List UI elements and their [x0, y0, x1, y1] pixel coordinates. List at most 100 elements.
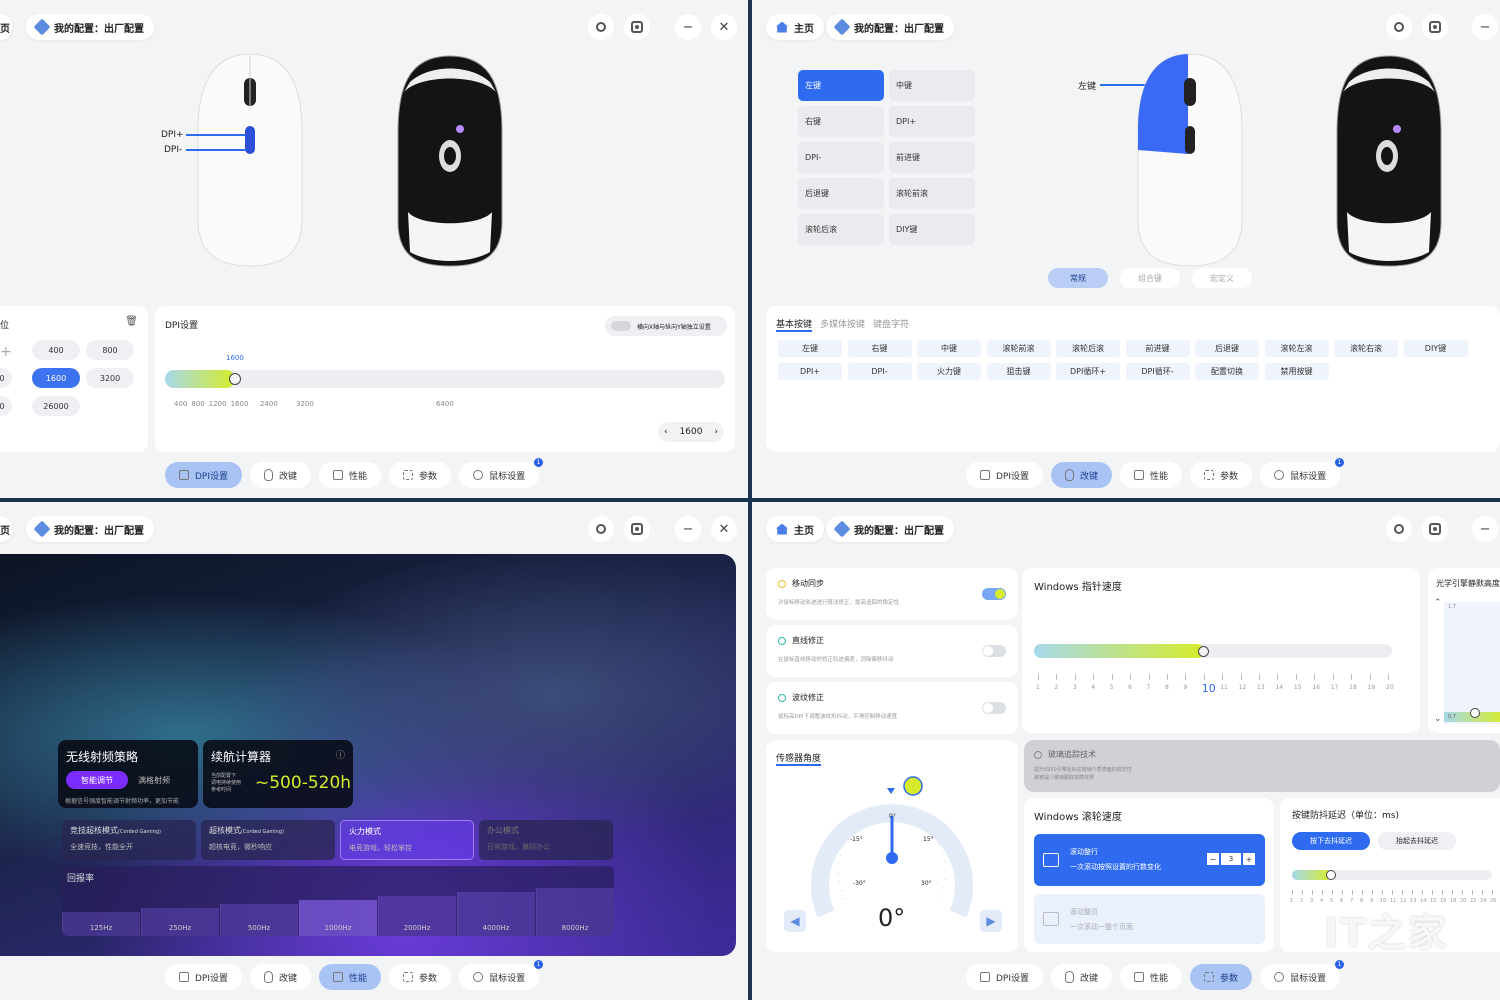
basic-key-13[interactable]: 狙击键 — [986, 363, 1051, 380]
basic-key-6[interactable]: 后退键 — [1195, 340, 1259, 357]
add-stage-icon[interactable]: + — [0, 344, 12, 360]
key-left[interactable]: 左键 — [798, 70, 884, 101]
debounce-thumb[interactable] — [1326, 870, 1336, 880]
basic-key-10[interactable]: DPI+ — [778, 363, 842, 380]
toggle-switch[interactable] — [611, 321, 631, 331]
basic-key-16[interactable]: 配置切换 — [1195, 363, 1259, 380]
option-toggle[interactable] — [982, 645, 1006, 657]
pointer-speed-thumb[interactable] — [1198, 646, 1209, 657]
nav-keys[interactable]: 改键 — [250, 462, 312, 488]
stage-400[interactable]: 400 — [32, 340, 80, 360]
key-right[interactable]: 右键 — [798, 106, 884, 137]
nav-keys[interactable]: 改键 — [250, 964, 312, 990]
press-debounce-tab[interactable]: 按下去抖延迟 — [1292, 832, 1370, 850]
mode-normal[interactable]: 常规 — [1048, 268, 1108, 288]
settings-button[interactable] — [624, 516, 650, 542]
lift-off-thumb[interactable] — [1470, 708, 1480, 718]
increase-icon[interactable]: › — [714, 427, 718, 437]
option-toggle[interactable] — [982, 588, 1006, 600]
mode-macro[interactable]: 宏定义 — [1192, 268, 1252, 288]
nav-performance[interactable]: 性能 — [319, 462, 382, 488]
tab-keyboard[interactable]: 键盘字符 — [873, 317, 909, 332]
tab-media[interactable]: 多媒体按键 — [820, 317, 865, 332]
profile-tab[interactable]: 我的配置：出厂配置 — [26, 14, 154, 40]
home-tab[interactable]: 主页 — [766, 516, 824, 542]
dpi-stepper[interactable]: ‹ 1600 › — [658, 422, 724, 442]
debounce-track[interactable] — [1292, 870, 1492, 880]
stage-clipped-200[interactable]: 200 — [0, 368, 12, 388]
basic-key-11[interactable]: DPI- — [847, 363, 912, 380]
minimize-button[interactable]: − — [675, 14, 701, 40]
info-icon[interactable]: ⓘ — [336, 748, 345, 761]
home-tab-clipped[interactable]: 页 — [0, 14, 12, 40]
xy-independent-toggle[interactable]: 横向X轴与纵向Y轴独立设置 — [605, 316, 727, 336]
scroll-page-option[interactable]: 滚动整页 一次滚动一整个页面 — [1034, 894, 1265, 944]
nav-performance[interactable]: 性能 — [319, 964, 382, 990]
basic-key-4[interactable]: 滚轮后滚 — [1056, 340, 1120, 357]
basic-key-12[interactable]: 火力键 — [917, 363, 981, 380]
close-button[interactable]: ✕ — [711, 14, 737, 40]
key-forward[interactable]: 前进键 — [889, 142, 975, 173]
basic-key-0[interactable]: 左键 — [778, 340, 842, 357]
settings-button[interactable] — [1422, 14, 1448, 40]
basic-key-14[interactable]: DPI循环+ — [1056, 363, 1120, 380]
nav-performance[interactable]: 性能 — [1120, 462, 1183, 488]
nav-params[interactable]: 参数 — [1190, 964, 1253, 990]
nav-performance[interactable]: 性能 — [1120, 964, 1183, 990]
stage-clipped-400[interactable]: 400 — [0, 396, 12, 416]
nav-keys[interactable]: 改键 — [1051, 964, 1113, 990]
settings-button[interactable] — [624, 14, 650, 40]
close-button[interactable]: ✕ — [711, 516, 737, 542]
nav-keys[interactable]: 改键 — [1051, 462, 1113, 488]
key-middle[interactable]: 中键 — [889, 70, 975, 101]
basic-key-1[interactable]: 右键 — [847, 340, 912, 357]
minimize-button[interactable]: − — [1472, 14, 1498, 40]
stage-1600-active[interactable]: 1600 — [32, 368, 80, 388]
minimize-button[interactable]: − — [675, 516, 701, 542]
light-button[interactable] — [1386, 516, 1412, 542]
scroll-lines-stepper[interactable]: − 3 + — [1207, 853, 1255, 865]
home-tab[interactable]: 主页 — [766, 14, 824, 40]
basic-key-7[interactable]: 滚轮左滚 — [1264, 340, 1329, 357]
stage-26000[interactable]: 26000 — [32, 396, 80, 416]
nav-dpi[interactable]: DPI设置 — [966, 462, 1044, 488]
mode-ultra-competitive[interactable]: 竞技超核模式(Corded Gaming) 全速竞技，性能全开 — [62, 820, 196, 860]
basic-key-disable[interactable]: 禁用按键 — [1264, 363, 1329, 380]
full-mode-button[interactable]: 满格射频 — [138, 775, 170, 786]
option-toggle[interactable] — [982, 702, 1006, 714]
nav-mouse-settings[interactable]: 鼠标设置 1 — [1260, 960, 1345, 990]
dpi-slider-track[interactable] — [165, 370, 725, 388]
basic-key-5[interactable]: 前进键 — [1125, 340, 1190, 357]
minus-icon[interactable]: − — [1207, 853, 1219, 865]
nav-mouse-settings[interactable]: 鼠标设置 1 — [459, 960, 544, 990]
rotate-right-button[interactable]: ▶ — [980, 910, 1002, 932]
key-scroll-up[interactable]: 滚轮前滚 — [889, 178, 975, 209]
tab-basic[interactable]: 基本按键 — [776, 317, 813, 332]
key-scroll-down[interactable]: 滚轮后滚 — [798, 214, 884, 245]
release-debounce-tab[interactable]: 抬起去抖延迟 — [1378, 832, 1456, 850]
plus-icon[interactable]: + — [1243, 853, 1255, 865]
nav-mouse-settings[interactable]: 鼠标设置 1 — [1260, 458, 1345, 488]
basic-key-2[interactable]: 中键 — [917, 340, 981, 357]
nav-dpi[interactable]: DPI设置 — [966, 964, 1044, 990]
pointer-speed-track[interactable] — [1034, 644, 1392, 658]
key-diy[interactable]: DIY键 — [889, 214, 975, 245]
key-dpi-minus[interactable]: DPI- — [798, 142, 884, 173]
nav-dpi[interactable]: DPI设置 — [165, 964, 243, 990]
light-button[interactable] — [588, 516, 614, 542]
chevron-down-icon[interactable]: ⌄ — [1434, 714, 1442, 724]
profile-tab[interactable]: 我的配置：出厂配置 — [826, 516, 954, 542]
stage-800[interactable]: 800 — [86, 340, 134, 360]
settings-button[interactable] — [1422, 516, 1448, 542]
profile-tab[interactable]: 我的配置：出厂配置 — [26, 516, 154, 542]
basic-key-8[interactable]: 滚轮右滚 — [1334, 340, 1398, 357]
key-dpi-plus[interactable]: DPI+ — [889, 106, 975, 137]
mode-ultra[interactable]: 超核模式(Corded Gaming) 超核电竞，微秒响应 — [201, 820, 335, 860]
nav-params[interactable]: 参数 — [389, 964, 452, 990]
rotate-left-button[interactable]: ◀ — [784, 910, 806, 932]
dpi-slider-thumb[interactable] — [229, 373, 241, 385]
scroll-line-option[interactable]: 滚动整行 一次滚动按照设置的行数变化 − 3 + — [1034, 834, 1265, 886]
mode-office[interactable]: 办公模式 日常游戏，兼顾办公 — [479, 820, 613, 860]
decrease-icon[interactable]: ‹ — [664, 427, 668, 437]
nav-params[interactable]: 参数 — [389, 462, 452, 488]
